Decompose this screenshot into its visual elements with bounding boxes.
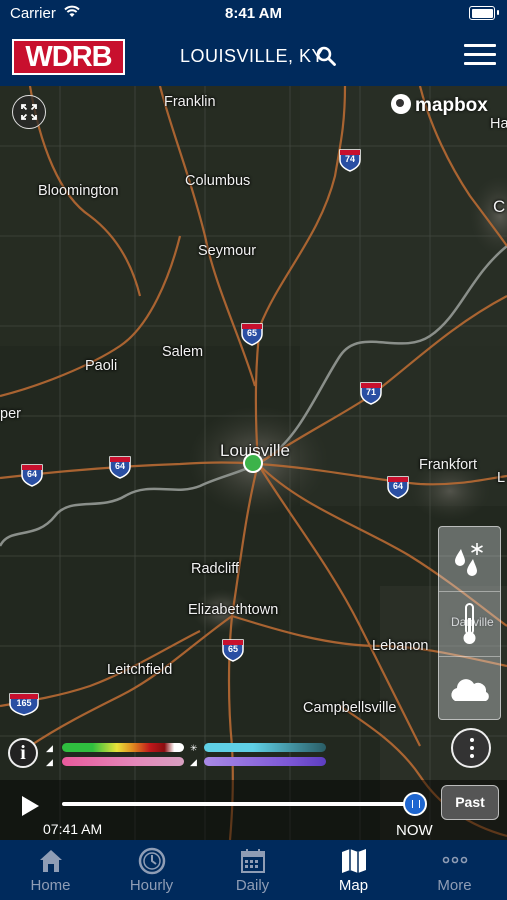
status-bar: Carrier 8:41 AM [0,0,507,28]
battery-icon [469,6,495,20]
city-label: Paoli [85,358,118,374]
city-label: Salem [162,344,204,360]
layer-picker [438,526,501,720]
timeline-slider-thumb[interactable] [403,792,427,816]
mapbox-attribution[interactable]: mapbox [391,94,488,117]
city-label: L [497,470,506,486]
mix-legend-bar [204,757,326,766]
timeline-slider-track[interactable] [62,802,414,806]
radar-legend: i ◢ ✳ ◢ ◢ [0,734,340,774]
ice-symbol-icon: ◢ [46,757,53,767]
fullscreen-button[interactable] [12,95,46,129]
city-label: per [0,406,21,422]
interstate-shield: 65 [221,638,245,662]
hamburger-menu-icon[interactable] [464,44,496,68]
mix-symbol-icon: ◢ [190,757,197,767]
calendar-icon [241,849,265,873]
current-location-marker [243,453,263,473]
interstate-shield: 165 [8,692,40,716]
rain-symbol-icon: ◢ [46,743,53,753]
tab-hourly[interactable]: Hourly [101,840,202,900]
tab-more[interactable]: More [404,840,505,900]
city-label: Bloomington [38,183,119,199]
rain-legend-bar [62,743,184,752]
search-icon[interactable] [316,46,336,66]
tab-map[interactable]: Map [303,840,404,900]
tab-home[interactable]: Home [0,840,101,900]
city-label: Ha [490,116,507,132]
city-label: Leitchfield [107,662,173,678]
clock-icon [138,847,166,875]
clouds-layer-button[interactable] [439,657,500,721]
city-label: Lebanon [372,638,429,654]
legend-info-button[interactable]: i [8,738,38,768]
interstate-shield: 64 [108,455,132,479]
interstate-shield: 64 [386,475,410,499]
radar-timeline: 07:41 AM NOW Past [0,780,507,840]
app-header: WDRB LOUISVILLE, KY [0,28,507,86]
snow-legend-bar [204,743,326,752]
map-icon [342,849,366,873]
thermometer-icon [463,603,476,644]
city-label: Elizabethtown [188,602,279,618]
timeline-start-time: 07:41 AM [43,821,103,837]
home-icon [40,850,62,872]
location-label[interactable]: LOUISVILLE, KY [180,46,324,67]
city-label: Columbus [185,173,251,189]
timeline-now-label: NOW [396,822,433,839]
city-label: Franklin [164,94,216,110]
temperature-layer-button[interactable] [439,592,500,657]
radar-map[interactable]: Franklin Columbus Bloomington Seymour Sa… [0,86,507,840]
play-icon[interactable] [22,796,39,816]
ice-legend-bar [62,757,184,766]
battery-tip [497,10,499,15]
expand-icon [21,104,37,120]
tab-daily[interactable]: Daily [202,840,303,900]
tab-bar: Home Hourly Daily Map More [0,840,507,900]
precipitation-layer-button[interactable] [439,527,500,592]
wdrb-logo[interactable]: WDRB [12,39,125,75]
city-label: Radcliff [191,561,240,577]
interstate-shield: 71 [359,381,383,405]
city-label: C [493,197,506,216]
interstate-shield: 64 [20,463,44,487]
precipitation-icon [455,543,483,576]
clock: 8:41 AM [225,5,282,22]
interstate-shield: 74 [338,148,362,172]
cloud-icon [451,679,489,701]
interstate-shield: 65 [240,322,264,346]
more-horizontal-icon [442,856,468,864]
city-label: Seymour [198,243,257,259]
past-button[interactable]: Past [441,785,499,820]
city-label: Frankfort [419,457,478,473]
city-label: Campbellsville [303,700,397,716]
snow-symbol-icon: ✳ [190,743,198,753]
map-options-button[interactable] [451,728,491,768]
mapbox-logo-icon [391,94,411,114]
